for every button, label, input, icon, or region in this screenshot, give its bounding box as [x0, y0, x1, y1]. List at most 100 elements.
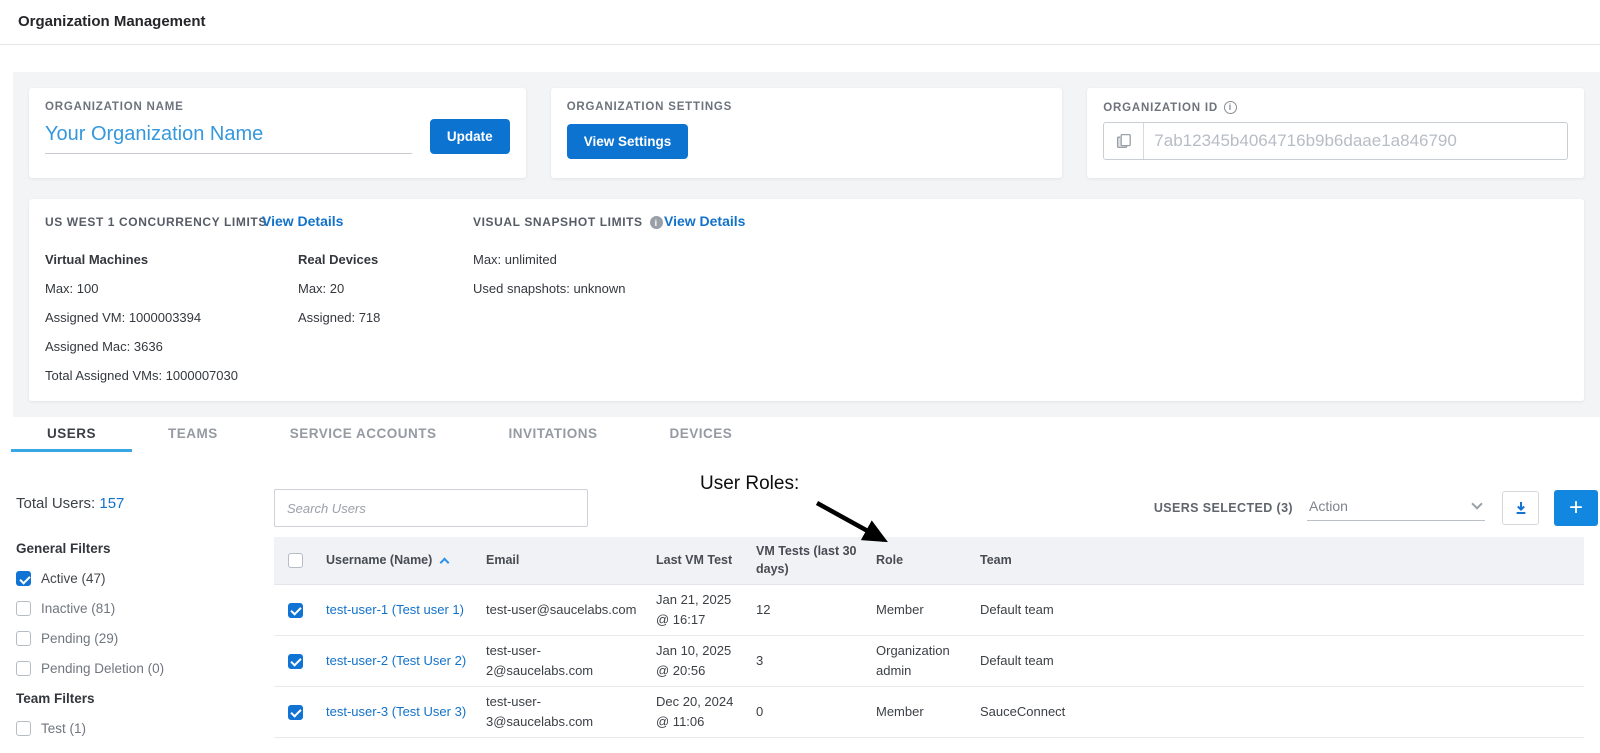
organization-name-input[interactable] — [45, 121, 412, 154]
checkbox-unchecked[interactable] — [16, 661, 31, 676]
user-link[interactable]: test-user-2 (Test User 2) — [326, 653, 466, 668]
user-email: test-user-3@saucelabs.com — [486, 692, 656, 732]
search-input[interactable] — [274, 489, 588, 527]
organization-settings-card: ORGANIZATION SETTINGS View Settings — [551, 88, 1063, 178]
col-team: Team — [980, 552, 1584, 570]
rd-max: Max: 20 — [298, 281, 473, 296]
visual-snapshot-column: Max: unlimited Used snapshots: unknown — [473, 252, 1568, 397]
user-email: test-user@saucelabs.com — [486, 600, 656, 620]
tab-invitations[interactable]: INVITATIONS — [473, 417, 634, 452]
row-checkbox-checked[interactable] — [288, 705, 303, 720]
col-username[interactable]: Username (Name) — [326, 552, 486, 570]
filter-pending[interactable]: Pending (29) — [16, 631, 274, 646]
user-last-vm-test: Dec 20, 2024 @ 11:06 — [656, 692, 756, 732]
user-last-vm-test: Jan 21, 2025 @ 16:17 — [656, 590, 756, 630]
tab-bar: USERS TEAMS SERVICE ACCOUNTS INVITATIONS… — [0, 417, 1600, 452]
concurrency-limits-title: US WEST 1 CONCURRENCY LIMITS — [45, 215, 267, 229]
col-vm-tests: VM Tests (last 30 days) — [756, 543, 876, 578]
download-icon — [1513, 500, 1529, 516]
organization-settings-label: ORGANIZATION SETTINGS — [567, 101, 1047, 113]
plus-icon: + — [1569, 494, 1583, 521]
general-filters-title: General Filters — [16, 541, 274, 556]
vm-total-assigned: Total Assigned VMs: 1000007030 — [45, 368, 298, 383]
page-title: Organization Management — [18, 13, 1582, 30]
vs-max: Max: unlimited — [473, 252, 1568, 267]
organization-id-value[interactable] — [1144, 123, 1567, 159]
total-users-count[interactable]: 157 — [99, 495, 124, 512]
download-users-button[interactable] — [1502, 491, 1539, 525]
table-row: test-user-2 (Test User 2) test-user-2@sa… — [274, 636, 1584, 687]
organization-name-label: ORGANIZATION NAME — [45, 101, 510, 113]
select-all-checkbox[interactable] — [288, 553, 303, 568]
virtual-machines-column: Virtual Machines Max: 100 Assigned VM: 1… — [45, 252, 298, 397]
team-filters-title: Team Filters — [16, 691, 274, 706]
total-users: Total Users: 157 — [16, 495, 274, 512]
row-checkbox-checked[interactable] — [288, 603, 303, 618]
sort-asc-icon — [440, 557, 450, 567]
info-icon[interactable]: i — [650, 216, 663, 229]
user-team: Default team — [980, 651, 1584, 671]
rd-assigned: Assigned: 718 — [298, 310, 473, 325]
user-team: Default team — [980, 600, 1584, 620]
filters-sidebar: Total Users: 157 General Filters Active … — [16, 452, 274, 753]
filter-active[interactable]: Active (47) — [16, 571, 274, 586]
user-vm-tests: 3 — [756, 651, 876, 671]
real-devices-title: Real Devices — [298, 252, 473, 267]
visual-view-details-link[interactable]: View Details — [664, 213, 745, 229]
organization-id-label: ORGANIZATION ID — [1103, 102, 1218, 114]
user-role: Member — [876, 702, 980, 722]
col-email: Email — [486, 552, 656, 570]
action-dropdown[interactable]: Action — [1307, 495, 1485, 521]
tab-users[interactable]: USERS — [11, 417, 132, 452]
users-main: USERS SELECTED (3) Action + Userna — [274, 452, 1584, 753]
user-link[interactable]: test-user-1 (Test user 1) — [326, 602, 464, 617]
tab-devices[interactable]: DEVICES — [634, 417, 769, 452]
update-button[interactable]: Update — [430, 119, 510, 154]
user-email: test-user-2@saucelabs.com — [486, 641, 656, 681]
user-vm-tests: 0 — [756, 702, 876, 722]
filter-pending-deletion[interactable]: Pending Deletion (0) — [16, 661, 274, 676]
user-role: Member — [876, 600, 980, 620]
checkbox-checked[interactable] — [16, 571, 31, 586]
user-vm-tests: 12 — [756, 600, 876, 620]
info-icon[interactable]: i — [1224, 101, 1237, 114]
organization-id-card: ORGANIZATION ID i — [1087, 88, 1584, 178]
filter-inactive[interactable]: Inactive (81) — [16, 601, 274, 616]
view-settings-button[interactable]: View Settings — [567, 124, 689, 159]
user-role: Organization admin — [876, 641, 980, 681]
visual-snapshot-limits-title: VISUAL SNAPSHOT LIMITS i — [473, 215, 663, 229]
chevron-down-icon — [1471, 498, 1482, 509]
users-toolbar: USERS SELECTED (3) Action + — [274, 488, 1584, 528]
vs-used: Used snapshots: unknown — [473, 281, 1568, 296]
checkbox-unchecked[interactable] — [16, 721, 31, 736]
table-row: test-user-1 (Test user 1) test-user@sauc… — [274, 585, 1584, 636]
organization-panel: ORGANIZATION NAME Update ORGANIZATION SE… — [13, 72, 1600, 417]
vm-assigned-mac: Assigned Mac: 3636 — [45, 339, 298, 354]
vm-max: Max: 100 — [45, 281, 298, 296]
users-table: Username (Name) Email Last VM Test VM Te… — [274, 537, 1584, 738]
add-user-button[interactable]: + — [1554, 490, 1598, 526]
table-row: test-user-3 (Test User 3) test-user-3@sa… — [274, 687, 1584, 738]
checkbox-unchecked[interactable] — [16, 631, 31, 646]
users-selected-label: USERS SELECTED (3) — [1154, 501, 1293, 515]
organization-id-box — [1103, 122, 1568, 160]
user-link[interactable]: test-user-3 (Test User 3) — [326, 704, 466, 719]
virtual-machines-title: Virtual Machines — [45, 252, 298, 267]
tab-teams[interactable]: TEAMS — [132, 417, 254, 452]
row-checkbox-checked[interactable] — [288, 654, 303, 669]
col-role: Role — [876, 552, 980, 570]
limits-card: US WEST 1 CONCURRENCY LIMITS View Detail… — [29, 199, 1584, 401]
user-team: SauceConnect — [980, 702, 1584, 722]
user-last-vm-test: Jan 10, 2025 @ 20:56 — [656, 641, 756, 681]
top-cards-row: ORGANIZATION NAME Update ORGANIZATION SE… — [29, 88, 1584, 178]
users-table-header: Username (Name) Email Last VM Test VM Te… — [274, 537, 1584, 585]
checkbox-unchecked[interactable] — [16, 601, 31, 616]
tab-service-accounts[interactable]: SERVICE ACCOUNTS — [254, 417, 473, 452]
copy-icon[interactable] — [1104, 123, 1144, 159]
vm-assigned: Assigned VM: 1000003394 — [45, 310, 298, 325]
filter-team-test[interactable]: Test (1) — [16, 721, 274, 736]
users-tab-content: Total Users: 157 General Filters Active … — [0, 452, 1600, 753]
concurrency-view-details-link[interactable]: View Details — [262, 213, 343, 229]
page-header: Organization Management — [0, 0, 1600, 45]
col-last-vm-test: Last VM Test — [656, 552, 756, 570]
